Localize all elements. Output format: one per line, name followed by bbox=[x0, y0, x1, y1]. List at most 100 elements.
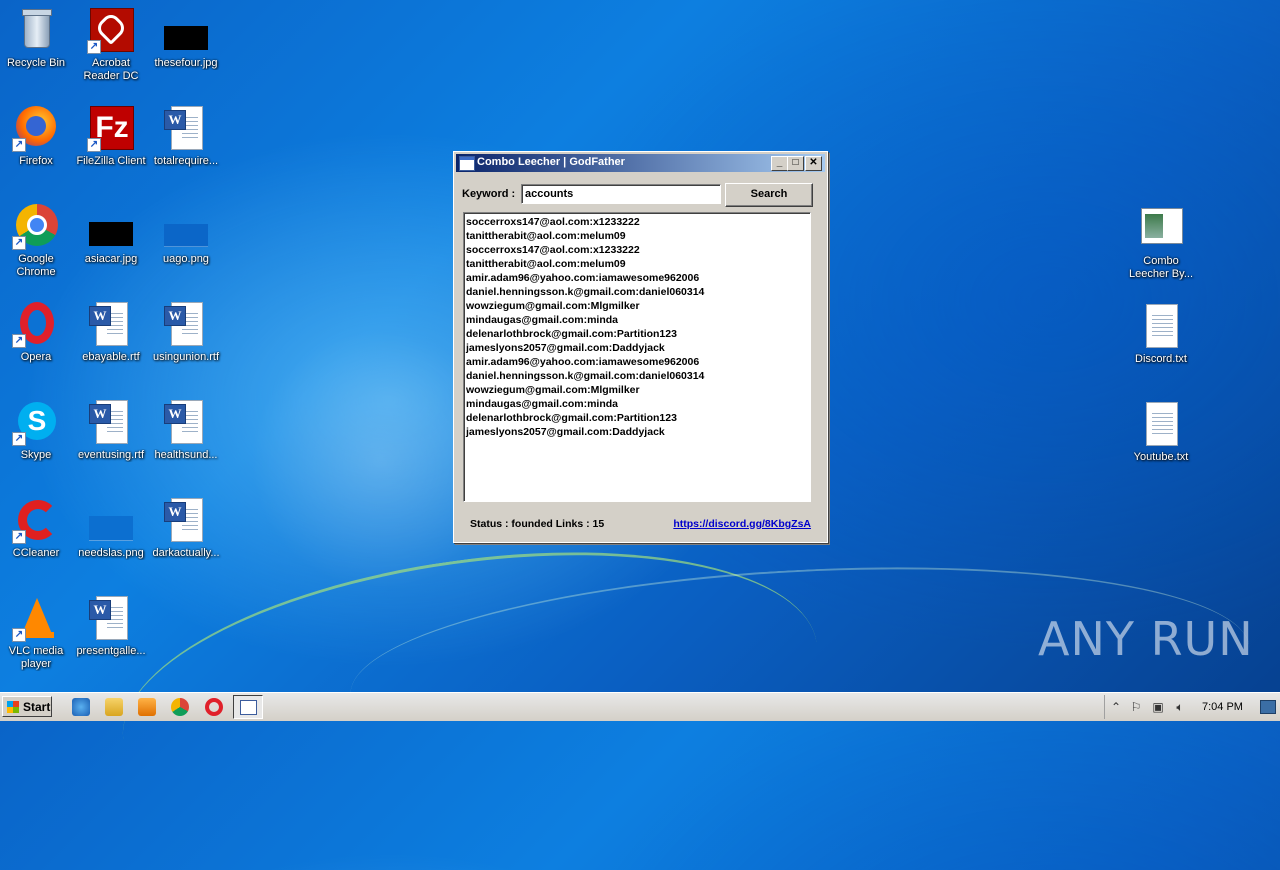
status-text: Status : founded Links : 15 bbox=[470, 518, 605, 530]
maximize-button[interactable]: □ bbox=[787, 156, 804, 171]
desktop-icon-healthsund[interactable]: W healthsund... bbox=[148, 398, 224, 462]
skype-icon: S ↗ bbox=[12, 398, 60, 446]
desktop-icon-firefox[interactable]: ↗ Firefox bbox=[0, 104, 74, 168]
result-item[interactable]: soccerroxs147@aol.com:x1233222 bbox=[466, 215, 810, 229]
show-desktop-button[interactable] bbox=[1260, 700, 1276, 714]
word-doc-icon: W bbox=[87, 300, 135, 348]
result-item[interactable]: delenarlothbrock@gmail.com:Partition123 bbox=[466, 327, 810, 341]
app-window-icon bbox=[459, 156, 475, 171]
chrome-icon[interactable] bbox=[171, 698, 189, 716]
combo-leecher-window: Combo Leecher | GodFather _ □ ✕ Keyword … bbox=[453, 151, 828, 543]
desktop-icon-label: healthsund... bbox=[154, 449, 218, 461]
desktop-icon-label: Combo Leecher By... bbox=[1129, 255, 1193, 280]
close-button[interactable]: ✕ bbox=[805, 156, 822, 171]
network-icon[interactable]: ▣ bbox=[1151, 700, 1165, 714]
desktop-icon-asiacar[interactable]: asiacar.jpg bbox=[73, 202, 149, 266]
opera-icon[interactable] bbox=[205, 698, 223, 716]
desktop-icon-totalrequire[interactable]: W totalrequire... bbox=[148, 104, 224, 168]
result-item[interactable]: wowziegum@gmail.com:Mlgmilker bbox=[466, 299, 810, 313]
image-icon bbox=[162, 6, 210, 54]
shortcut-arrow-icon: ↗ bbox=[12, 334, 26, 348]
opera-icon: ↗ bbox=[12, 300, 60, 348]
window-titlebar[interactable]: Combo Leecher | GodFather _ □ ✕ bbox=[456, 154, 825, 172]
shortcut-arrow-icon: ↗ bbox=[12, 138, 26, 152]
desktop-icon-uago[interactable]: uago.png bbox=[148, 202, 224, 266]
result-item[interactable]: mindaugas@gmail.com:minda bbox=[466, 313, 810, 327]
desktop-icon-filezilla[interactable]: Fz ↗ FileZilla Client bbox=[73, 104, 149, 168]
result-item[interactable]: soccerroxs147@aol.com:x1233222 bbox=[466, 243, 810, 257]
desktop-icon-ebayable[interactable]: W ebayable.rtf bbox=[73, 300, 149, 364]
result-item[interactable]: tanittherabit@aol.com:melum09 bbox=[466, 257, 810, 271]
desktop-icon-youtube-txt[interactable]: Youtube.txt bbox=[1123, 400, 1199, 464]
desktop-icon-label: Youtube.txt bbox=[1133, 451, 1189, 463]
image-icon bbox=[87, 496, 135, 544]
show-hidden-icons-icon[interactable]: ⌃ bbox=[1109, 700, 1123, 714]
text-file-icon bbox=[1137, 400, 1185, 448]
shortcut-arrow-icon: ↗ bbox=[12, 432, 26, 446]
desktop-icon-label: Skype bbox=[20, 449, 52, 461]
result-item[interactable]: amir.adam96@yahoo.com:iamawesome962006 bbox=[466, 355, 810, 369]
clock[interactable]: 7:04 PM bbox=[1202, 701, 1243, 713]
desktop-icon-label: Google Chrome bbox=[16, 253, 56, 278]
shortcut-arrow-icon: ↗ bbox=[12, 236, 26, 250]
desktop-icon-label: VLC media player bbox=[8, 645, 64, 670]
desktop-icon-label: presentgalle... bbox=[76, 645, 146, 657]
desktop-icon-recycle-bin[interactable]: Recycle Bin bbox=[0, 6, 74, 70]
result-item[interactable]: mindaugas@gmail.com:minda bbox=[466, 397, 810, 411]
start-button[interactable]: Start bbox=[2, 696, 52, 717]
volume-icon[interactable]: 🔈︎ bbox=[1173, 700, 1187, 714]
desktop-icon-ccleaner[interactable]: ↗ CCleaner bbox=[0, 496, 74, 560]
desktop-icon-label: uago.png bbox=[163, 253, 209, 265]
keyword-input[interactable] bbox=[521, 184, 721, 204]
desktop-icon-label: ebayable.rtf bbox=[82, 351, 140, 363]
desktop-icon-label: thesefour.jpg bbox=[154, 57, 218, 69]
windows-logo-icon bbox=[7, 701, 19, 713]
desktop-icon-opera[interactable]: ↗ Opera bbox=[0, 300, 74, 364]
result-item[interactable]: daniel.henningsson.k@gmail.com:daniel060… bbox=[466, 369, 810, 383]
desktop-icon-vlc[interactable]: ↗ VLC media player bbox=[0, 594, 74, 671]
shortcut-arrow-icon: ↗ bbox=[87, 40, 101, 54]
system-tray: ⌃ ⚐ ▣ 🔈︎ 7:04 PM bbox=[1104, 695, 1280, 719]
desktop-icon-label: FileZilla Client bbox=[76, 155, 146, 167]
desktop-icon-needslas[interactable]: needslas.png bbox=[73, 496, 149, 560]
result-item[interactable]: wowziegum@gmail.com:Mlgmilker bbox=[466, 383, 810, 397]
desktop-icon-acrobat[interactable]: ↗ Acrobat Reader DC bbox=[73, 6, 149, 83]
result-item[interactable]: tanittherabit@aol.com:melum09 bbox=[466, 229, 810, 243]
desktop-icon-label: eventusing.rtf bbox=[77, 449, 145, 461]
desktop-icon-skype[interactable]: S ↗ Skype bbox=[0, 398, 74, 462]
image-icon bbox=[162, 202, 210, 250]
results-list[interactable]: soccerroxs147@aol.com:x1233222 tanitthera… bbox=[463, 212, 811, 502]
filezilla-icon: Fz ↗ bbox=[87, 104, 135, 152]
desktop-icon-presentgalle[interactable]: W presentgalle... bbox=[73, 594, 149, 658]
shortcut-arrow-icon: ↗ bbox=[12, 530, 26, 544]
action-center-flag-icon[interactable]: ⚐ bbox=[1129, 700, 1143, 714]
desktop-icon-usingunion[interactable]: W usingunion.rtf bbox=[148, 300, 224, 364]
desktop-icon-eventusing[interactable]: W eventusing.rtf bbox=[73, 398, 149, 462]
taskbar: Start ⌃ ⚐ ▣ 🔈︎ 7:04 PM bbox=[0, 692, 1280, 721]
result-item[interactable]: delenarlothbrock@gmail.com:Partition123 bbox=[466, 411, 810, 425]
discord-link[interactable]: https://discord.gg/8KbgZsA bbox=[673, 518, 811, 530]
minimize-button[interactable]: _ bbox=[771, 156, 788, 171]
desktop-icon-label: Firefox bbox=[19, 155, 53, 167]
result-item[interactable]: daniel.henningsson.k@gmail.com:daniel060… bbox=[466, 285, 810, 299]
search-button[interactable]: Search bbox=[725, 183, 813, 207]
desktop-icon-label: darkactually... bbox=[152, 547, 220, 559]
word-doc-icon: W bbox=[162, 398, 210, 446]
result-item[interactable]: amir.adam96@yahoo.com:iamawesome962006 bbox=[466, 271, 810, 285]
ie-icon[interactable] bbox=[72, 698, 90, 716]
desktop-icon-thesefour[interactable]: thesefour.jpg bbox=[148, 6, 224, 70]
taskbar-item-combo-leecher[interactable] bbox=[233, 695, 263, 719]
desktop-icon-label: totalrequire... bbox=[153, 155, 219, 167]
result-item[interactable]: jameslyons2057@gmail.com:Daddyjack bbox=[466, 341, 810, 355]
desktop-icon-darkactually[interactable]: W darkactually... bbox=[148, 496, 224, 560]
desktop-icon-discord-txt[interactable]: Discord.txt bbox=[1123, 302, 1199, 366]
explorer-icon[interactable] bbox=[105, 698, 123, 716]
word-doc-icon: W bbox=[162, 104, 210, 152]
desktop-icon-chrome[interactable]: ↗ Google Chrome bbox=[0, 202, 74, 279]
media-player-icon[interactable] bbox=[138, 698, 156, 716]
text-file-icon bbox=[1137, 302, 1185, 350]
desktop-icon-combo-leecher[interactable]: Combo Leecher By... bbox=[1123, 204, 1199, 281]
result-item[interactable]: jameslyons2057@gmail.com:Daddyjack bbox=[466, 425, 810, 439]
desktop-icon-label: Discord.txt bbox=[1135, 353, 1187, 365]
desktop-icon-label: Recycle Bin bbox=[6, 57, 66, 69]
